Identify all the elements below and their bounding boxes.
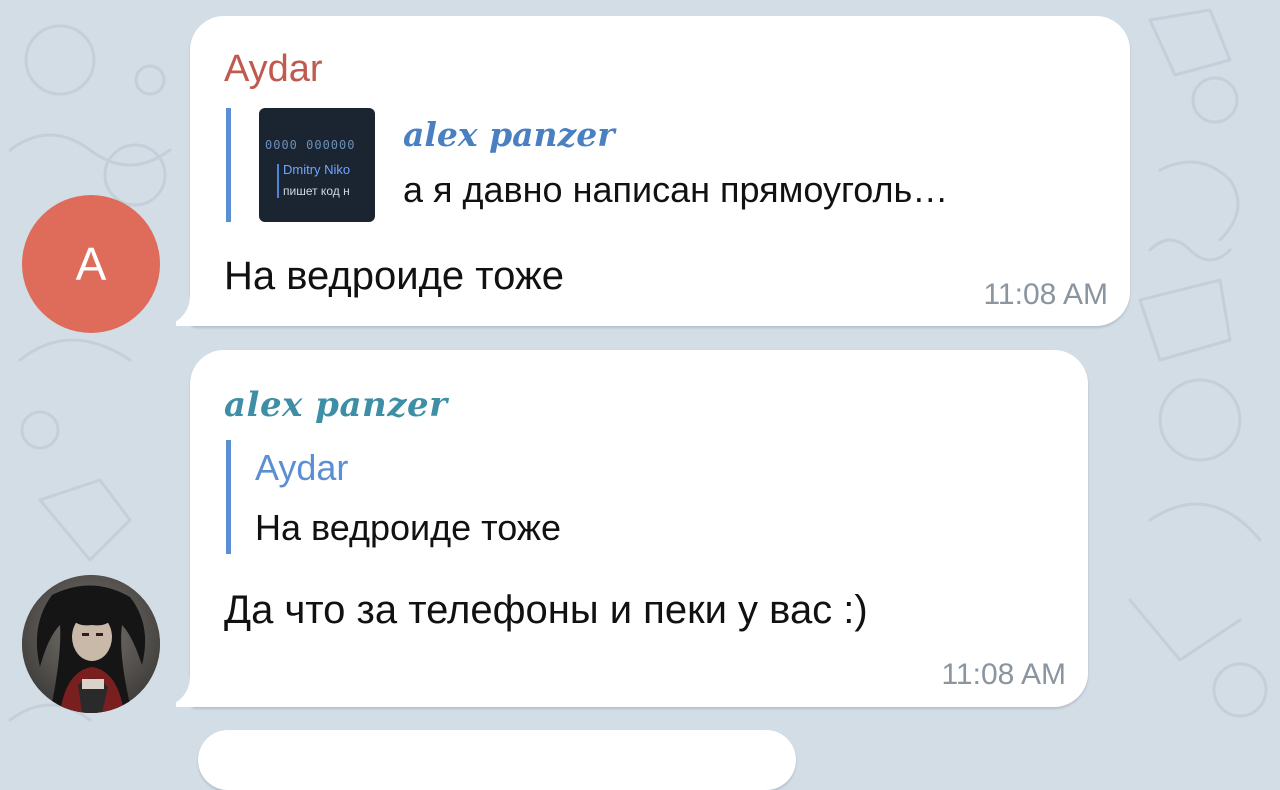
- code-screenshot-thumbnail-icon: 0000 000000 Dmitry Niko пишет код н: [259, 108, 375, 222]
- reply-preview[interactable]: Aydar На ведроиде тоже: [226, 440, 871, 554]
- message-bubble-partial[interactable]: [198, 730, 796, 790]
- message-bubble[interactable]: Aydar 0000 000000 Dmitry Niko пишет код …: [176, 16, 1130, 326]
- reply-text: а я давно написан прямоуголь…: [403, 169, 949, 210]
- reply-preview[interactable]: 0000 000000 Dmitry Niko пишет код н alex…: [226, 108, 1091, 222]
- sender-avatar-aydar[interactable]: A: [22, 195, 160, 333]
- sender-name[interactable]: Aydar: [224, 50, 323, 88]
- thumbnail-quote-bar: [277, 164, 279, 198]
- bubble-tail: [176, 677, 206, 707]
- sender-name[interactable]: alex panzer: [224, 388, 448, 422]
- bubble-tail: [176, 296, 206, 326]
- reply-sender-name: alex panzer: [403, 115, 615, 154]
- message-bubble[interactable]: alex panzer Aydar На ведроиде тоже Да чт…: [176, 350, 1088, 707]
- thumbnail-text-line: пишет код н: [283, 184, 350, 198]
- reply-sender-name: Aydar: [255, 447, 349, 488]
- message-timestamp: 11:08 AM: [983, 278, 1108, 311]
- message-timestamp: 11:08 AM: [941, 658, 1066, 691]
- reply-text: На ведроиде тоже: [255, 507, 561, 548]
- message-text: На ведроиде тоже: [224, 254, 564, 298]
- thumbnail-text-line: Dmitry Niko: [283, 162, 351, 177]
- profile-photo-icon: [22, 575, 160, 713]
- sender-avatar-alex-panzer[interactable]: [22, 575, 160, 713]
- avatar-letter: A: [75, 238, 107, 290]
- message-text: Да что за телефоны и пеки у вас :): [224, 588, 868, 632]
- thumbnail-text-line: 0000 000000: [265, 138, 356, 152]
